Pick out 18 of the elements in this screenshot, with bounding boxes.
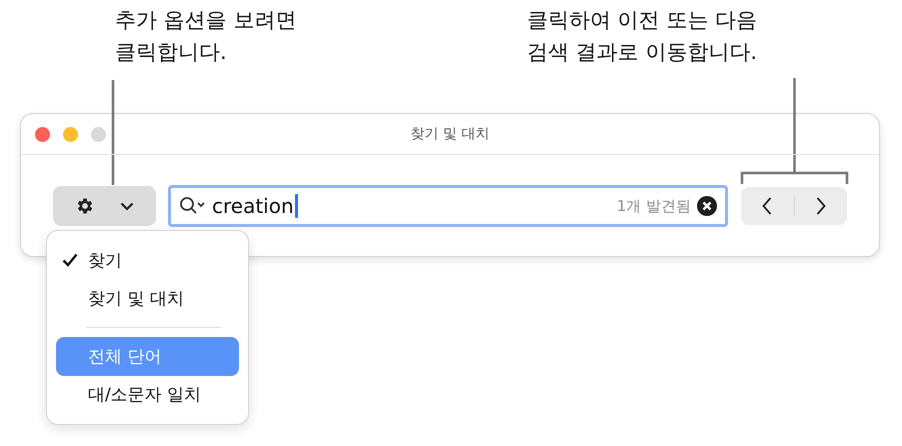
chevron-down-icon	[120, 202, 134, 210]
chevron-left-icon	[762, 197, 772, 215]
chevron-right-icon	[816, 197, 826, 215]
callout-text: 클릭하여 이전 또는 다음 검색 결과로 이동합니다.	[527, 7, 758, 66]
menu-item[interactable]: 대/소문자 일치	[56, 376, 239, 414]
close-button[interactable]	[35, 126, 50, 142]
menu-item[interactable]: 찾기	[56, 241, 239, 280]
callout-text: 추가 옵션을 보려면 클릭합니다.	[115, 7, 296, 66]
search-icon	[179, 196, 206, 216]
zoom-button[interactable]	[91, 126, 106, 142]
search-text: creation	[212, 194, 294, 218]
match-count: 1개 발견됨	[616, 196, 691, 216]
clear-icon[interactable]	[697, 196, 717, 216]
search-field[interactable]: creation 1개 발견됨	[168, 185, 728, 227]
window-title: 찾기 및 대치	[410, 125, 490, 143]
menu-item[interactable]: 찾기 및 대치	[56, 279, 239, 318]
options-button[interactable]	[53, 186, 156, 226]
minimize-button[interactable]	[63, 126, 78, 142]
